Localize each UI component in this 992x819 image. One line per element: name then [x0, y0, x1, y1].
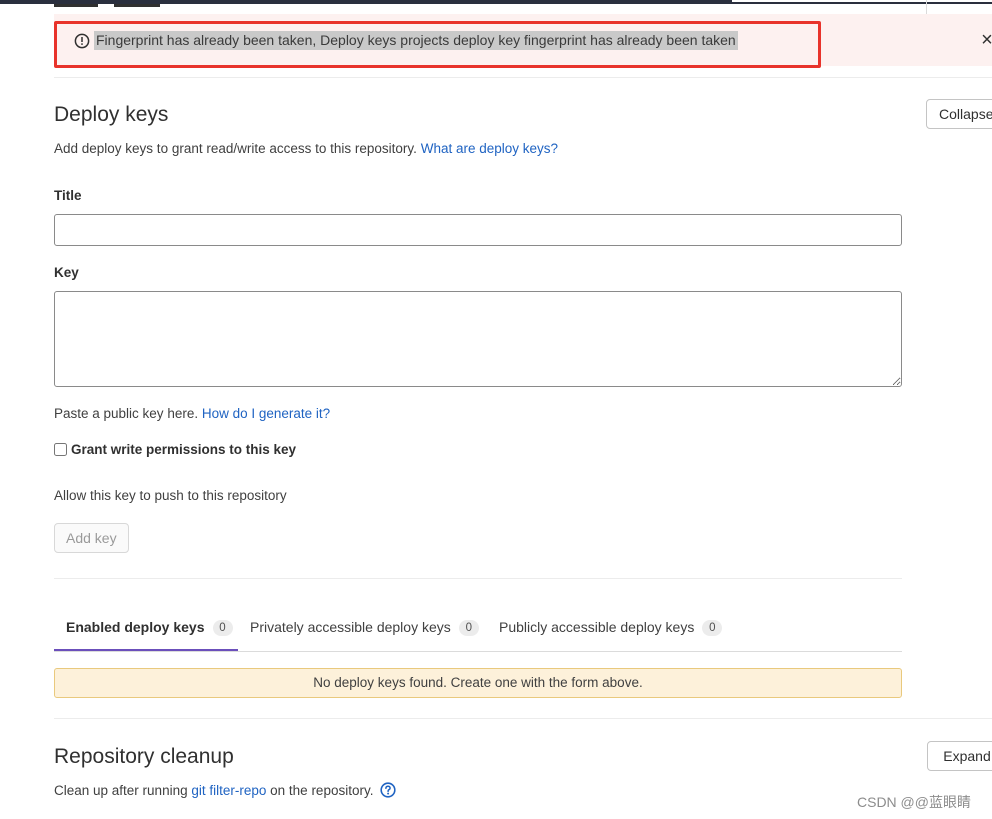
collapse-button[interactable]: Collapse — [926, 99, 992, 129]
key-hint-text: Paste a public key here. — [54, 406, 199, 421]
section-divider — [54, 718, 992, 719]
write-permission-label: Grant write permissions to this key — [71, 442, 297, 457]
top-divider — [926, 0, 927, 14]
help-link-deploy-keys[interactable]: What are deploy keys? — [421, 141, 558, 156]
tab-publicly-accessible-deploy-keys[interactable]: Publicly accessible deploy keys 0 — [499, 609, 723, 651]
tab-enabled-deploy-keys[interactable]: Enabled deploy keys 0 — [54, 609, 238, 651]
repository-cleanup-description: Clean up after running git filter-repo o… — [54, 782, 396, 798]
expand-button[interactable]: Expand — [927, 741, 992, 771]
previous-section-heading-cut — [54, 0, 214, 12]
section-title-repository-cleanup: Repository cleanup — [54, 745, 234, 768]
empty-state-message: No deploy keys found. Create one with th… — [54, 668, 902, 698]
deploy-keys-tabs: Enabled deploy keys 0 Privately accessibl… — [54, 609, 902, 652]
section-title: Deploy keys — [54, 103, 169, 126]
key-hint: Paste a public key here. How do I genera… — [54, 406, 330, 421]
key-label: Key — [54, 265, 79, 280]
section-description: Add deploy keys to grant read/write acce… — [54, 141, 558, 156]
watermark: CSDN @@蓝眼睛 — [857, 794, 971, 810]
form-divider — [54, 578, 902, 579]
generate-key-link[interactable]: How do I generate it? — [202, 406, 330, 421]
write-permission-help: Allow this key to push to this repositor… — [54, 488, 287, 503]
tab-count-badge: 0 — [458, 620, 479, 636]
cleanup-text-suffix: on the repository. — [270, 783, 374, 798]
cleanup-text-prefix: Clean up after running — [54, 783, 188, 798]
write-permission-row[interactable]: Grant write permissions to this key — [54, 442, 296, 457]
add-key-button[interactable]: Add key — [54, 523, 129, 553]
tab-count-badge: 0 — [212, 620, 233, 636]
title-input[interactable] — [54, 214, 902, 246]
key-textarea[interactable] — [54, 291, 902, 387]
tab-label: Publicly accessible deploy keys — [499, 619, 695, 635]
tab-label: Privately accessible deploy keys — [250, 619, 451, 635]
tab-label: Enabled deploy keys — [66, 619, 205, 635]
section-description-text: Add deploy keys to grant read/write acce… — [54, 141, 417, 156]
tab-count-badge: 0 — [702, 620, 723, 636]
top-navbar-highlight — [732, 0, 992, 2]
section-divider — [54, 77, 992, 78]
annotation-highlight-box — [54, 21, 821, 68]
git-filter-repo-link[interactable]: git filter-repo — [191, 783, 266, 798]
title-label: Title — [54, 188, 82, 203]
close-icon[interactable]: × — [978, 29, 992, 51]
question-circle-icon[interactable] — [380, 782, 396, 798]
tab-privately-accessible-deploy-keys[interactable]: Privately accessible deploy keys 0 — [250, 609, 479, 651]
write-permission-checkbox[interactable] — [54, 443, 67, 456]
